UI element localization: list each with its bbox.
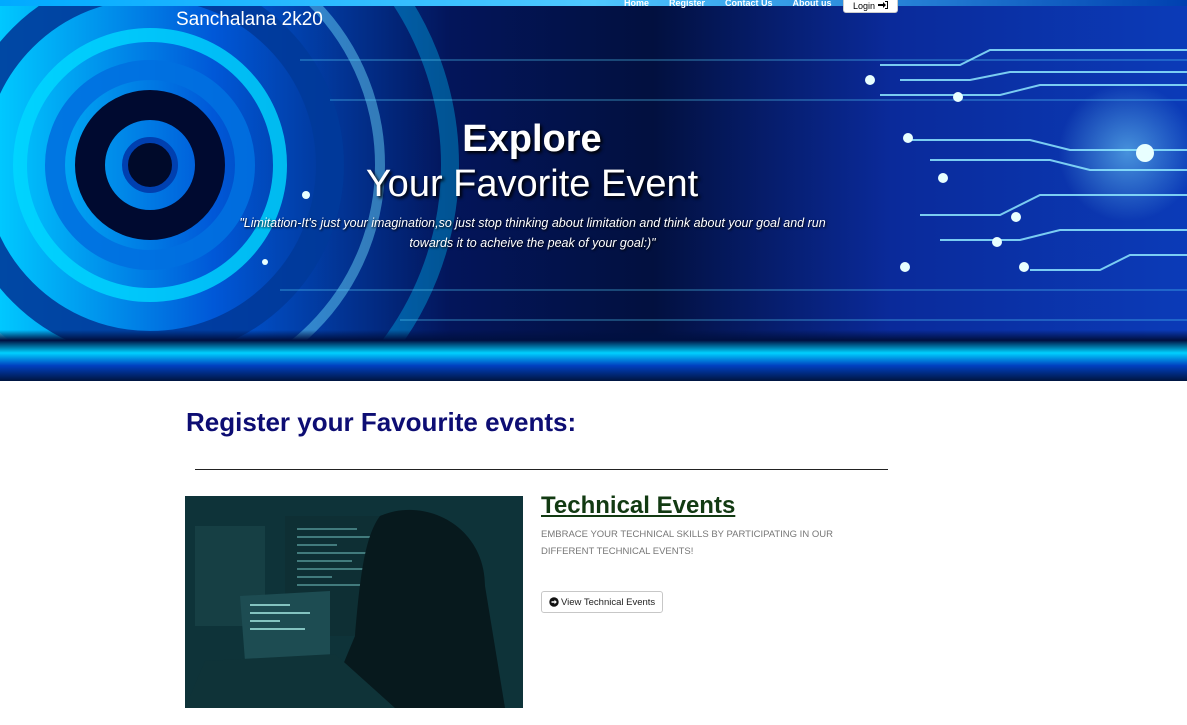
nav-about-us[interactable]: About us (793, 0, 832, 8)
event-description: EMBRACE YOUR TECHNICAL SKILLS BY PARTICI… (541, 529, 833, 557)
technical-events-image (185, 496, 523, 708)
hero-subtitle: Your Favorite Event (365, 163, 699, 205)
brand-logo-text[interactable]: Sanchalana 2k20 (176, 9, 323, 31)
hacker-laptop-image (185, 496, 523, 708)
view-technical-events-button[interactable]: View Technical Events (541, 591, 664, 613)
section-title: Register your Favourite events: (186, 407, 577, 437)
login-label: Login (852, 1, 876, 11)
top-band (0, 0, 1187, 6)
bottom-band (0, 330, 1187, 381)
event-title[interactable]: Technical Events (541, 492, 735, 520)
arrow-circle-right-icon (549, 597, 559, 607)
nav-contact-us[interactable]: Contact Us (725, 0, 773, 8)
divider (195, 469, 888, 470)
hero-banner: Sanchalana 2k20 Home Register Contact Us… (0, 0, 1187, 381)
hero-quote: "Limitation-It's just your imagination,s… (239, 216, 826, 250)
login-icon (878, 1, 889, 11)
nav-home[interactable]: Home (624, 0, 649, 8)
top-nav: Home Register Contact Us About us (624, 0, 832, 8)
nav-register[interactable]: Register (669, 0, 705, 8)
login-button[interactable]: Login (843, 0, 898, 13)
hero-title: Explore (462, 118, 602, 160)
view-technical-events-label: View Technical Events (561, 596, 656, 608)
